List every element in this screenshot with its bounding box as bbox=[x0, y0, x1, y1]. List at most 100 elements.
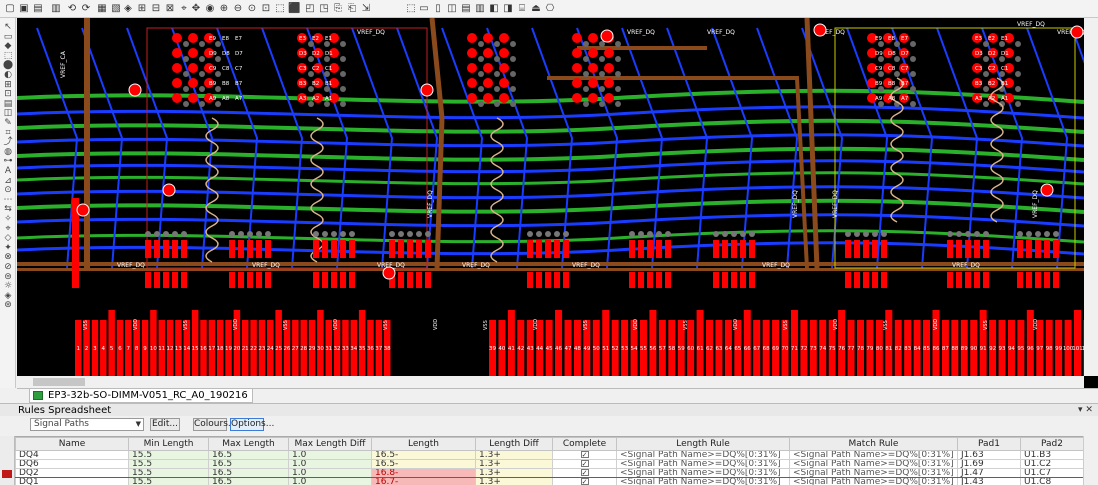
redo-icon[interactable]: ⟳ bbox=[80, 3, 92, 15]
tool-icon-1[interactable]: ⬚ bbox=[405, 3, 417, 15]
tool-icon-9[interactable]: ⌸ bbox=[516, 3, 528, 15]
cell-complete[interactable]: ✓ bbox=[552, 459, 617, 469]
palette-tool-icon-29[interactable]: ◈ bbox=[2, 291, 14, 301]
grid-vertical-scrollbar[interactable] bbox=[1083, 436, 1098, 485]
measure-icon[interactable]: ◳ bbox=[318, 3, 330, 15]
table-row[interactable]: DQ2 15.5 16.5 1.0 16.8- 1.3+ ✓ <Signal Path Nam… bbox=[15, 468, 1083, 478]
cell-complete[interactable]: ✓ bbox=[552, 450, 617, 460]
paste-icon[interactable]: ⎗ bbox=[346, 3, 358, 15]
new-icon[interactable]: ▢ bbox=[4, 3, 16, 15]
palette-tool-icon-7[interactable]: ⊞ bbox=[2, 80, 14, 90]
options-button[interactable]: Options... bbox=[230, 418, 274, 431]
move-icon[interactable]: ✥ bbox=[190, 3, 202, 15]
via-icon[interactable]: ◉ bbox=[204, 3, 216, 15]
open-icon[interactable]: ▣ bbox=[18, 3, 30, 15]
column-header-complete[interactable]: Complete bbox=[552, 437, 617, 451]
zoom-all-icon[interactable]: ⊠ bbox=[164, 3, 176, 15]
complete-checkbox[interactable]: ✓ bbox=[580, 451, 589, 459]
column-header-pad1[interactable]: Pad1 bbox=[957, 437, 1021, 451]
cell-complete[interactable]: ✓ bbox=[552, 468, 617, 478]
colours-button[interactable]: Colours... bbox=[193, 418, 236, 431]
filter-select[interactable]: Signal Paths ▼ bbox=[30, 418, 144, 431]
tool-icon-10[interactable]: ⏏ bbox=[530, 3, 542, 15]
canvas-horizontal-scrollbar[interactable] bbox=[17, 376, 1084, 388]
column-header-name[interactable]: Name bbox=[15, 437, 129, 451]
zoom-in-icon[interactable]: ⊕ bbox=[218, 3, 230, 15]
palette-tool-icon-4[interactable]: ⬚ bbox=[2, 51, 14, 61]
complete-checkbox[interactable]: ✓ bbox=[580, 478, 589, 485]
palette-tool-icon-22[interactable]: ⌖ bbox=[2, 224, 14, 234]
window-icon[interactable]: ⬚ bbox=[274, 3, 286, 15]
palette-tool-icon-27[interactable]: ⊜ bbox=[2, 272, 14, 282]
zoom-minus-icon[interactable]: ⊖ bbox=[232, 3, 244, 15]
select-icon[interactable]: ◈ bbox=[122, 3, 134, 15]
palette-tool-icon-25[interactable]: ⊗ bbox=[2, 252, 14, 262]
column-header-length-diff[interactable]: Length Diff bbox=[475, 437, 553, 451]
palette-tool-icon-28[interactable]: ☼ bbox=[2, 281, 14, 291]
tool-icon-11[interactable]: ⎔ bbox=[544, 3, 556, 15]
palette-tool-icon-10[interactable]: ◫ bbox=[2, 108, 14, 118]
copy-icon[interactable]: ⎘ bbox=[332, 3, 344, 15]
palette-tool-icon-1[interactable]: ↖ bbox=[2, 22, 14, 32]
tool-icon-2[interactable]: ▭ bbox=[418, 3, 430, 15]
highlight-icon[interactable]: ⊡ bbox=[260, 3, 272, 15]
rules-grid[interactable]: Name Min Length Max Length Max Length Diff L… bbox=[15, 436, 1083, 485]
palette-tool-icon-26[interactable]: ⊘ bbox=[2, 262, 14, 272]
table-row[interactable]: DQ1 15.5 16.5 1.0 16.7- 1.3+ ✓ <Signal Path Nam… bbox=[15, 477, 1083, 485]
grid-icon[interactable]: ▦ bbox=[96, 3, 108, 15]
tool-icon-8[interactable]: ◨ bbox=[502, 3, 514, 15]
document-tab[interactable]: EP3-32b-SO-DIMM-V051_RC_A0_190216 bbox=[29, 389, 253, 403]
palette-tool-icon-23[interactable]: ◇ bbox=[2, 233, 14, 243]
pcb-layout[interactable]: 1 2 3 4 5 6 7 8 9 10 11 12 13 14 15 16 17 18 19 20 21 22 23 24 2… bbox=[17, 18, 1084, 376]
column-header-max-length[interactable]: Max Length bbox=[208, 437, 289, 451]
palette-tool-icon-2[interactable]: ▭ bbox=[2, 32, 14, 42]
tool-icon-3[interactable]: ▯ bbox=[432, 3, 444, 15]
palette-tool-icon-18[interactable]: ⊙ bbox=[2, 185, 14, 195]
palette-tool-icon-11[interactable]: ✎ bbox=[2, 118, 14, 128]
palette-tool-icon-17[interactable]: ⊿ bbox=[2, 176, 14, 186]
column-header-length-rule[interactable]: Length Rule bbox=[616, 437, 790, 451]
zoom-out-icon[interactable]: ⊟ bbox=[150, 3, 162, 15]
edit-button[interactable]: Edit... bbox=[150, 418, 180, 431]
palette-tool-icon-9[interactable]: ▤ bbox=[2, 99, 14, 109]
palette-tool-icon-5[interactable]: ⬤ bbox=[2, 60, 14, 70]
column-header-max-length-diff[interactable]: Max Length Diff bbox=[288, 437, 372, 451]
tool-icon-6[interactable]: ▥ bbox=[474, 3, 486, 15]
save-icon[interactable]: ▤ bbox=[32, 3, 44, 15]
column-header-pad2[interactable]: Pad2 bbox=[1020, 437, 1083, 451]
palette-tool-icon-24[interactable]: ✦ bbox=[2, 243, 14, 253]
tool-icon-4[interactable]: ◫ bbox=[446, 3, 458, 15]
column-header-min-length[interactable]: Min Length bbox=[128, 437, 209, 451]
pick-icon[interactable]: ◰ bbox=[304, 3, 316, 15]
palette-tool-icon-6[interactable]: ◐ bbox=[2, 70, 14, 80]
column-header-length[interactable]: Length bbox=[371, 437, 476, 451]
tool-icon-5[interactable]: ▤ bbox=[460, 3, 472, 15]
canvas-vertical-scrollbar[interactable] bbox=[1084, 18, 1098, 376]
palette-tool-icon-20[interactable]: ⇆ bbox=[2, 204, 14, 214]
palette-tool-icon-14[interactable]: ◍ bbox=[2, 147, 14, 157]
palette-tool-icon-16[interactable]: A bbox=[2, 166, 14, 176]
tool-icon-7[interactable]: ◧ bbox=[488, 3, 500, 15]
complete-checkbox[interactable]: ✓ bbox=[580, 469, 589, 477]
palette-tool-icon-13[interactable]: ⤴ bbox=[2, 137, 14, 147]
palette-tool-icon-30[interactable]: ⊛ bbox=[2, 300, 14, 310]
table-row[interactable]: DQ4 15.5 16.5 1.0 16.5- 1.3+ ✓ <Signal Path Nam… bbox=[15, 450, 1083, 460]
print-icon[interactable]: ▥ bbox=[50, 3, 62, 15]
palette-tool-icon-15[interactable]: ⊶ bbox=[2, 156, 14, 166]
cell-complete[interactable]: ✓ bbox=[552, 477, 617, 485]
complete-checkbox[interactable]: ✓ bbox=[580, 460, 589, 468]
palette-tool-icon-8[interactable]: ⊡ bbox=[2, 89, 14, 99]
pan-icon[interactable]: ⌖ bbox=[178, 3, 190, 15]
table-row[interactable]: DQ6 15.5 16.5 1.0 16.5- 1.3+ ✓ <Signal Path Nam… bbox=[15, 459, 1083, 469]
column-header-match-rule[interactable]: Match Rule bbox=[789, 437, 958, 451]
palette-tool-icon-21[interactable]: ✧ bbox=[2, 214, 14, 224]
layer-icon[interactable]: ▧ bbox=[110, 3, 122, 15]
zoom-box-icon[interactable]: ⊞ bbox=[136, 3, 148, 15]
canvas-scroll-thumb[interactable] bbox=[33, 378, 85, 386]
pcb-canvas[interactable]: 1 2 3 4 5 6 7 8 9 10 11 12 13 14 15 16 17 18 19 20 21 22 23 24 2… bbox=[17, 18, 1098, 388]
zoom-fit-icon[interactable]: ⊙ bbox=[246, 3, 258, 15]
fill-icon[interactable]: ⬛ bbox=[288, 3, 300, 15]
palette-tool-icon-19[interactable]: ⋯ bbox=[2, 195, 14, 205]
export-icon[interactable]: ⇲ bbox=[360, 3, 372, 15]
undo-icon[interactable]: ⟲ bbox=[66, 3, 78, 15]
